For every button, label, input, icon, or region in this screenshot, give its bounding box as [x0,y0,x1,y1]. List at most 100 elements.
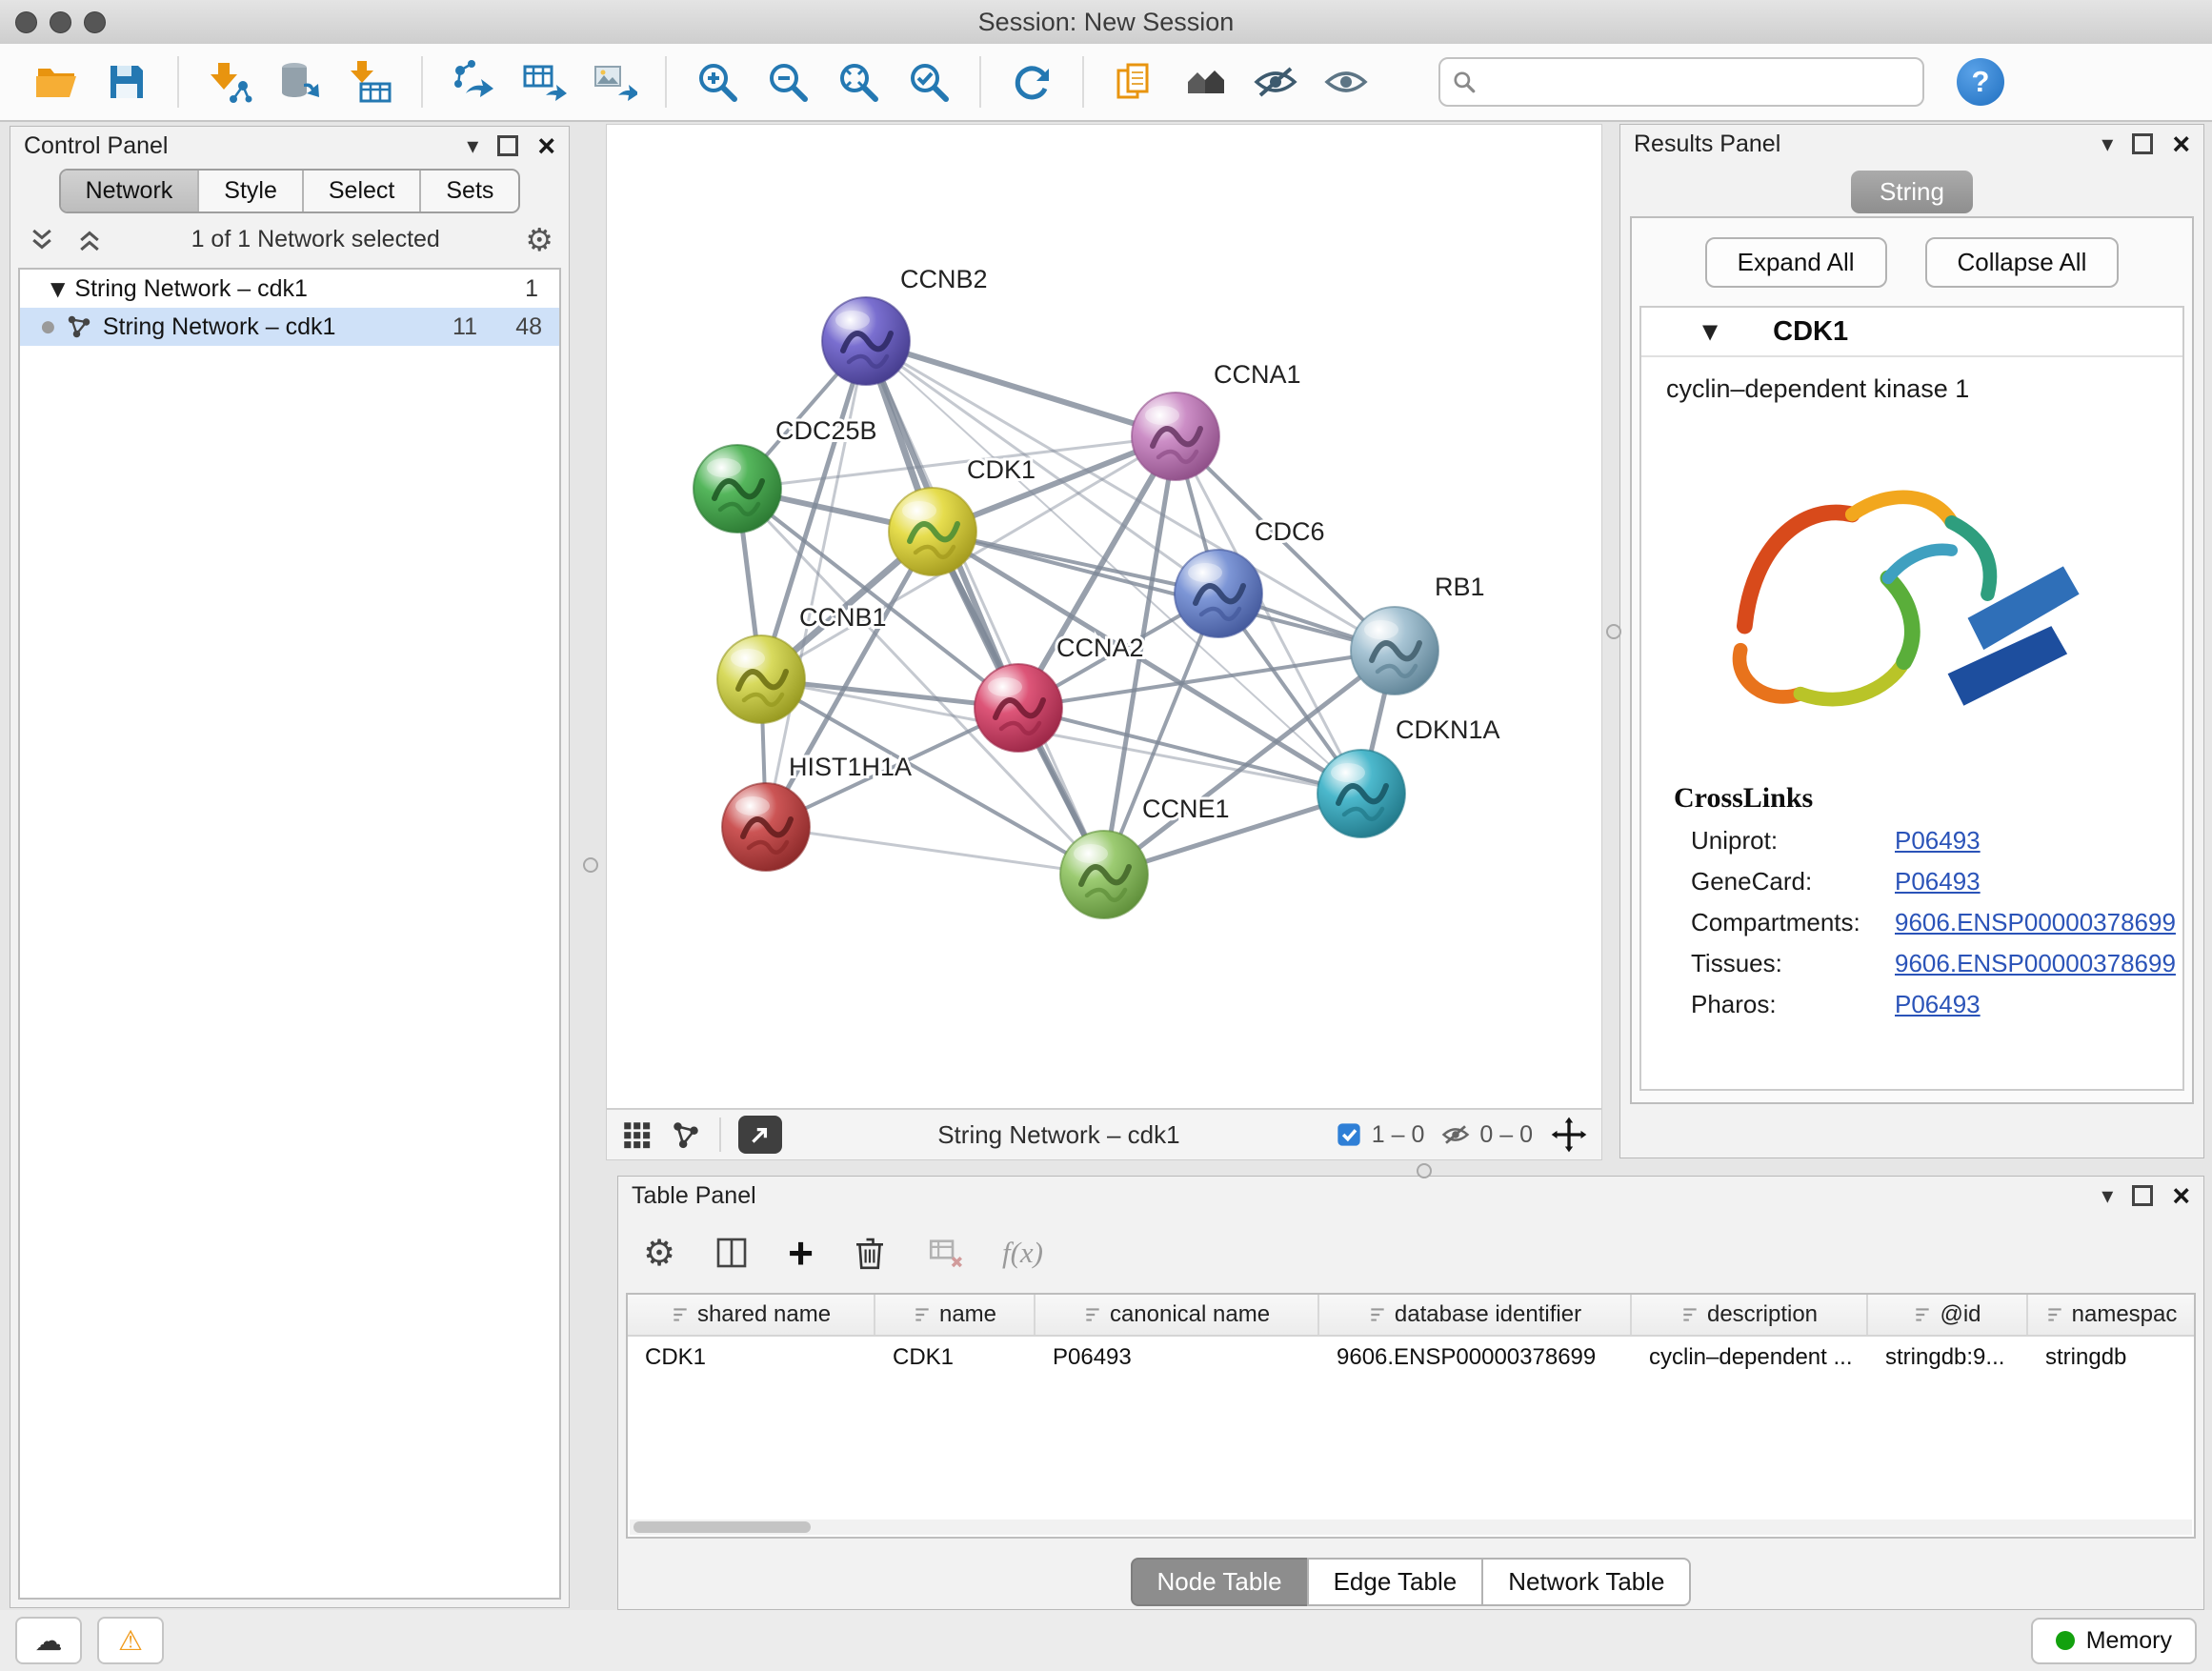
crosslink-row-compartments: Compartments: 9606.ENSP00000378699 [1691,908,2182,937]
export-network-icon[interactable] [442,50,505,114]
titlebar: Session: New Session [0,0,2212,45]
network-row-selected[interactable]: ● String Network – cdk1 11 48 [20,308,559,346]
zoom-out-icon[interactable] [756,50,819,114]
network-edge[interactable] [766,827,1104,875]
zoom-fit-icon[interactable] [827,50,890,114]
search-input[interactable] [1486,68,1911,97]
network-edge[interactable] [933,532,1395,651]
table-horizontal-scrollbar[interactable] [630,1520,2192,1535]
tab-select[interactable]: Select [302,171,419,211]
string-network-icon [65,312,93,341]
refresh-layout-icon[interactable] [1000,50,1063,114]
save-session-icon[interactable] [95,50,158,114]
tab-edge-table[interactable]: Edge Table [1307,1558,1484,1606]
gene-section: ▼ CDK1 cyclin–dependent kinase 1 CrossLi… [1639,306,2184,1091]
crosslink-value-link[interactable]: P06493 [1895,990,1981,1019]
network-share-icon[interactable] [670,1118,702,1151]
selected-checkbox-icon[interactable] [1336,1121,1362,1148]
zoom-in-icon[interactable] [686,50,749,114]
detach-view-icon[interactable] [738,1116,782,1154]
column-header-namespace[interactable]: namespac [2028,1295,2194,1335]
tab-sets[interactable]: Sets [419,171,518,211]
crosslink-label: Tissues: [1691,949,1895,978]
crosslink-value-link[interactable]: P06493 [1895,826,1981,856]
hide-graphics-details-icon[interactable] [1244,50,1307,114]
panel-dropdown-icon[interactable]: ▾ [2101,1182,2113,1209]
table-row[interactable]: CDK1 CDK1 P06493 9606.ENSP00000378699 cy… [628,1337,2194,1379]
network-node-label: CDC6 [1255,517,1325,546]
search-icon [1452,70,1477,94]
show-columns-icon[interactable] [712,1233,752,1273]
string-tab[interactable]: String [1851,171,1973,213]
network-view[interactable]: CCNB2CCNA1CDC25BCDK1CDC6RB1CCNB1CCNA2CDK… [606,124,1602,1109]
tab-style[interactable]: Style [197,171,302,211]
panel-float-icon[interactable] [2132,1185,2153,1206]
column-header-database-identifier[interactable]: database identifier [1319,1295,1632,1335]
collapse-all-icon[interactable] [26,226,58,254]
close-window-button[interactable] [15,11,37,33]
collapse-all-button[interactable]: Collapse All [1925,237,2120,288]
help-icon[interactable]: ? [1957,58,2004,106]
gene-section-header[interactable]: ▼ CDK1 [1641,308,2182,357]
network-collection-row[interactable]: ▼ String Network – cdk1 1 [20,270,559,308]
maximize-window-button[interactable] [84,11,106,33]
function-builder-icon[interactable]: f(x) [1002,1236,1043,1270]
search-box[interactable] [1438,57,1924,107]
memory-button[interactable]: Memory [2031,1618,2197,1664]
panel-close-icon[interactable]: × [537,131,555,161]
hidden-eye-icon[interactable] [1441,1120,1470,1149]
export-image-icon[interactable] [583,50,646,114]
network-edge[interactable] [866,341,1104,875]
panel-float-icon[interactable] [2132,133,2153,154]
network-options-gear-icon[interactable]: ⚙ [525,221,553,258]
panel-dropdown-icon[interactable]: ▾ [2101,131,2113,157]
home-icon[interactable] [1174,50,1237,114]
grid-view-icon[interactable] [620,1118,653,1151]
column-header-id[interactable]: @id [1868,1295,2028,1335]
column-header-shared-name[interactable]: shared name [628,1295,875,1335]
splitter-handle[interactable] [1606,624,1621,639]
splitter-handle[interactable] [1417,1163,1432,1178]
section-expander-icon[interactable]: ▼ [1702,320,1718,343]
import-network-database-icon[interactable] [269,50,332,114]
zoom-selected-icon[interactable] [897,50,960,114]
crosslink-label: Uniprot: [1691,826,1895,856]
panel-dropdown-icon[interactable]: ▾ [467,132,478,159]
import-network-file-icon[interactable] [198,50,261,114]
network-node-label: CDK1 [967,455,1036,484]
panel-close-icon[interactable]: × [2172,1180,2190,1211]
cloud-status-button[interactable]: ☁ [15,1617,82,1664]
crosslink-value-link[interactable]: 9606.ENSP00000378699 [1895,908,2176,937]
delete-column-trash-icon[interactable] [850,1233,890,1273]
copy-document-icon[interactable] [1103,50,1166,114]
delete-table-icon[interactable] [926,1233,966,1273]
splitter-handle[interactable] [583,857,598,873]
cell-namespace: stringdb [2028,1344,2194,1371]
tab-network-table[interactable]: Network Table [1481,1558,1691,1606]
column-header-canonical-name[interactable]: canonical name [1036,1295,1319,1335]
network-edge[interactable] [866,341,1176,436]
export-table-icon[interactable] [513,50,575,114]
scrollbar-thumb[interactable] [633,1521,811,1533]
column-header-name[interactable]: name [875,1295,1036,1335]
import-table-icon[interactable] [339,50,402,114]
expand-all-button[interactable]: Expand All [1705,237,1887,288]
toolbar-separator [177,56,179,108]
add-column-icon[interactable]: + [788,1231,814,1275]
network-canvas[interactable]: CCNB2CCNA1CDC25BCDK1CDC6RB1CCNB1CCNA2CDK… [607,125,1601,1108]
expand-all-icon[interactable] [73,226,106,254]
table-settings-gear-icon[interactable]: ⚙ [643,1232,675,1274]
minimize-window-button[interactable] [50,11,71,33]
warnings-button[interactable]: ⚠ [97,1617,164,1664]
navigator-crosshair-icon[interactable] [1550,1116,1588,1154]
tab-network[interactable]: Network [61,171,198,211]
tree-expander-icon[interactable]: ▼ [50,277,65,300]
crosslink-value-link[interactable]: P06493 [1895,867,1981,896]
tab-node-table[interactable]: Node Table [1131,1558,1309,1606]
crosslink-value-link[interactable]: 9606.ENSP00000378699 [1895,949,2176,978]
panel-close-icon[interactable]: × [2172,129,2190,159]
show-graphics-details-icon[interactable] [1315,50,1377,114]
column-header-description[interactable]: description [1632,1295,1868,1335]
open-session-icon[interactable] [25,50,88,114]
panel-float-icon[interactable] [497,135,518,156]
